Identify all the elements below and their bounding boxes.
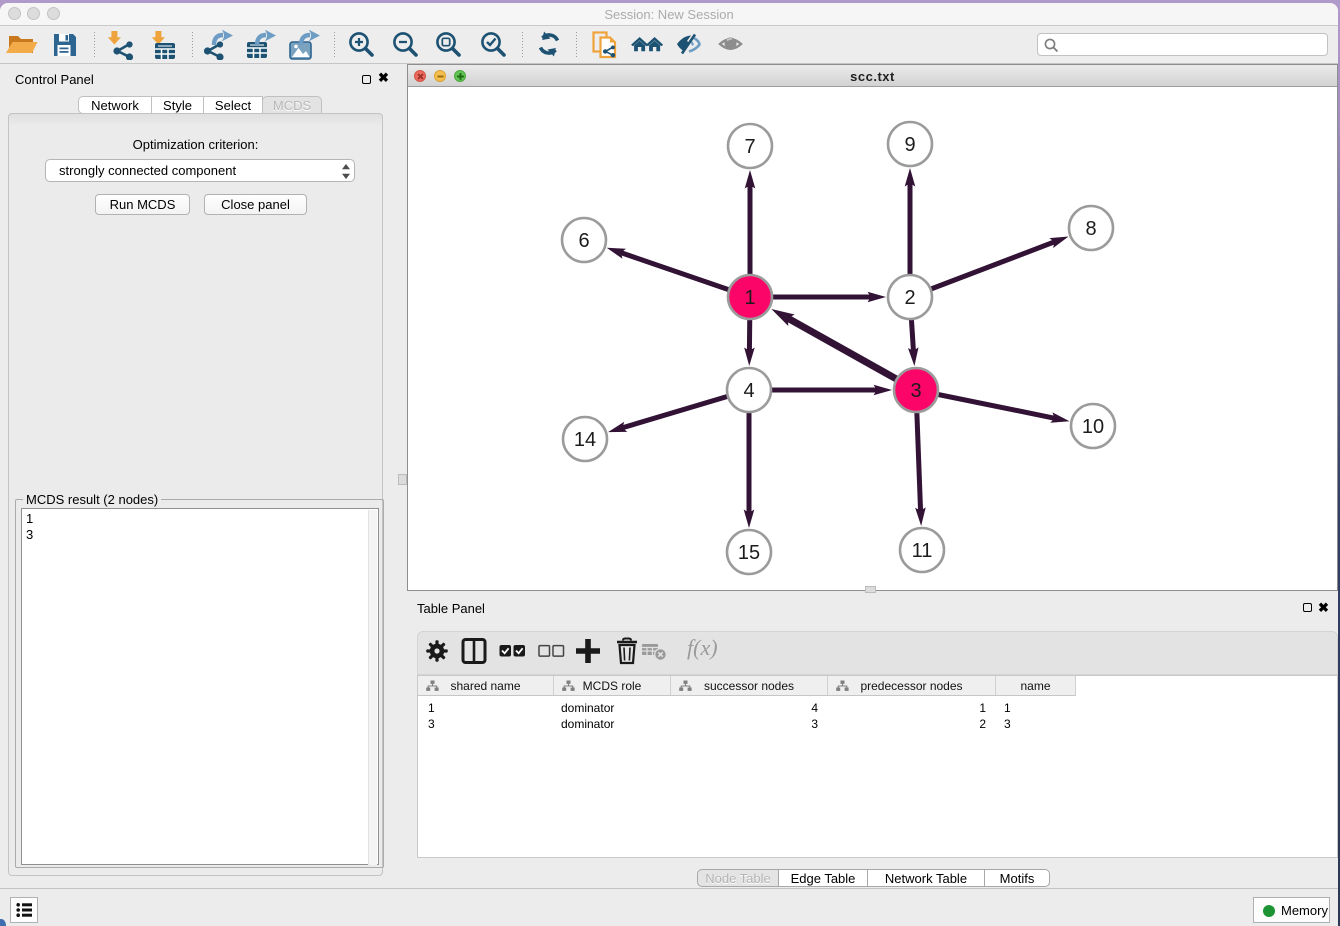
svg-text:8: 8 <box>1085 218 1096 240</box>
svg-text:4: 4 <box>743 380 754 402</box>
svg-text:11: 11 <box>912 540 933 562</box>
svg-text:14: 14 <box>574 429 596 451</box>
svg-text:6: 6 <box>578 230 589 252</box>
svg-text:1: 1 <box>744 287 755 309</box>
svg-text:10: 10 <box>1082 416 1104 438</box>
svg-text:2: 2 <box>904 287 915 309</box>
svg-text:7: 7 <box>744 136 755 158</box>
svg-text:3: 3 <box>910 380 921 402</box>
svg-text:9: 9 <box>904 134 915 156</box>
svg-text:15: 15 <box>738 542 760 564</box>
